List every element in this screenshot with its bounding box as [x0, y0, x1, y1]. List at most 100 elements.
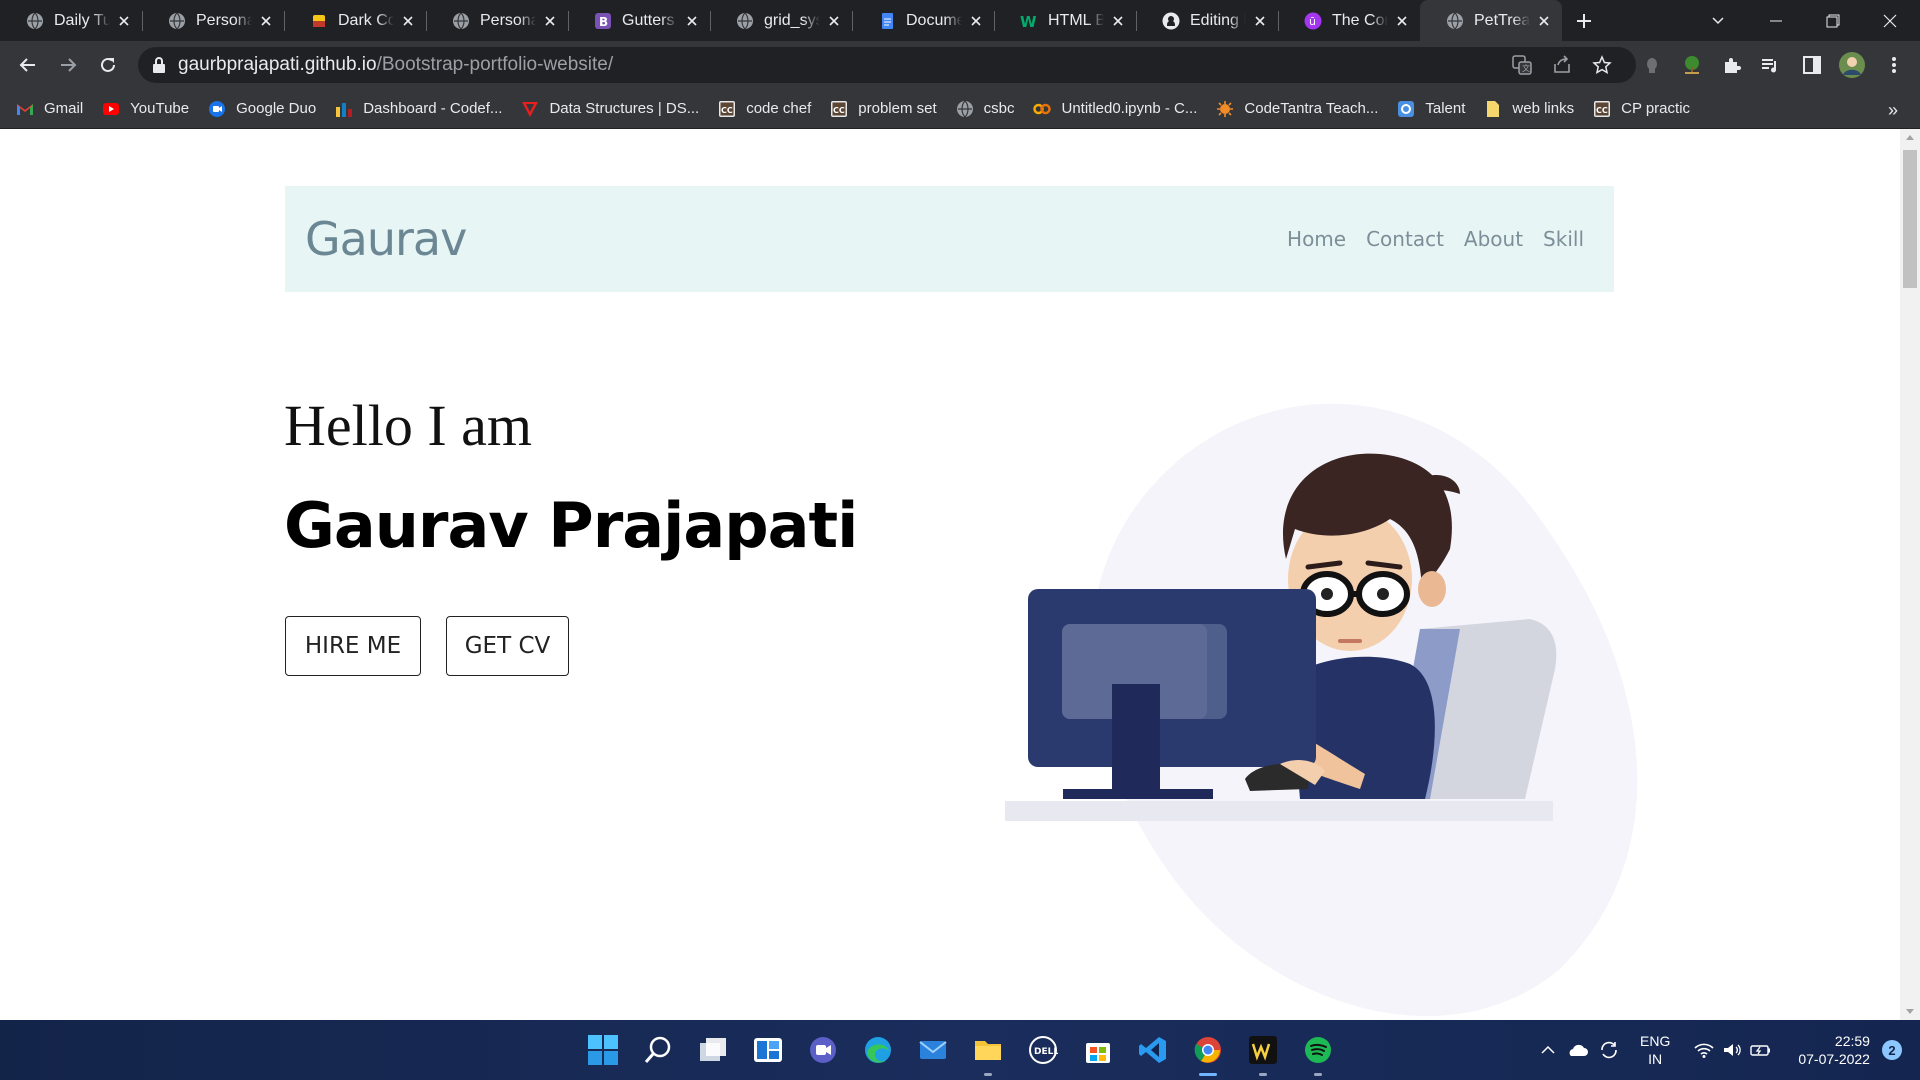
task-view-button[interactable] [693, 1030, 733, 1070]
bookmark-item[interactable]: YouTube [102, 100, 189, 118]
tree-icon [1685, 56, 1699, 74]
hire-me-button[interactable]: HIRE ME [285, 616, 421, 676]
browser-tab[interactable]: Daily Tuit [0, 0, 142, 41]
close-tab-button[interactable] [400, 13, 416, 29]
media-control-button[interactable] [1752, 45, 1788, 85]
duo-icon [208, 100, 226, 118]
tab-search-button[interactable] [1690, 0, 1746, 41]
battery-icon[interactable] [1750, 1042, 1772, 1058]
nav-home-link[interactable]: Home [1287, 227, 1346, 251]
dell-app-button[interactable]: DELL [1023, 1030, 1063, 1070]
extension-1-button[interactable] [1634, 45, 1670, 85]
close-tab-button[interactable] [1110, 13, 1126, 29]
volume-icon[interactable] [1722, 1042, 1742, 1058]
mail-button[interactable] [913, 1030, 953, 1070]
vscode-button[interactable] [1133, 1030, 1173, 1070]
waves-app-button[interactable] [1243, 1030, 1283, 1070]
scroll-down-arrow-icon[interactable] [1905, 1008, 1915, 1016]
bookmark-item[interactable]: CodeTantra Teach... [1216, 100, 1378, 118]
close-icon [1539, 15, 1549, 26]
bookmark-item[interactable]: Talent [1397, 100, 1465, 118]
bookmarks-overflow-button[interactable]: » [1888, 100, 1898, 121]
bookmark-star-button[interactable] [1584, 45, 1620, 85]
bookmark-item[interactable]: CC problem set [830, 100, 937, 118]
bookmark-item[interactable]: web links [1484, 100, 1574, 118]
share-button[interactable] [1544, 45, 1580, 85]
browser-tab[interactable]: Personal [142, 0, 284, 41]
chrome-taskbar-button[interactable] [1188, 1030, 1228, 1070]
close-icon [829, 15, 839, 26]
close-tab-button[interactable] [1394, 13, 1410, 29]
back-button[interactable] [8, 45, 48, 85]
reload-button[interactable] [88, 45, 128, 85]
side-panel-button[interactable] [1794, 45, 1830, 85]
globe-icon [452, 12, 470, 30]
spotify-button[interactable] [1298, 1030, 1338, 1070]
browser-tab[interactable]: ū The Com [1278, 0, 1420, 41]
get-cv-button[interactable]: GET CV [446, 616, 569, 676]
bookmark-item[interactable]: Untitled0.ipynb - C... [1033, 100, 1197, 118]
browser-toolbar: gaurbprajapati.github.io/Bootstrap-portf… [0, 41, 1920, 89]
bookmark-item[interactable]: CC code chef [718, 100, 811, 118]
region-code: IN [1648, 1051, 1663, 1067]
onedrive-cloud-icon[interactable] [1566, 1042, 1588, 1058]
file-explorer-button[interactable] [968, 1030, 1008, 1070]
extensions-button[interactable] [1714, 45, 1750, 85]
close-window-button[interactable] [1862, 0, 1918, 41]
bookmark-label: Talent [1425, 100, 1466, 117]
extension-tree-button[interactable] [1674, 45, 1710, 85]
new-tab-button[interactable] [1562, 0, 1606, 41]
close-tab-button[interactable] [684, 13, 700, 29]
close-icon [971, 15, 981, 26]
notification-badge[interactable]: 2 [1881, 1040, 1902, 1060]
profile-avatar-button[interactable] [1834, 45, 1870, 85]
wifi-icon[interactable] [1694, 1042, 1714, 1058]
close-tab-button[interactable] [968, 13, 984, 29]
clock[interactable]: 22:59 07-07-2022 [1798, 1032, 1870, 1068]
address-bar[interactable]: gaurbprajapati.github.io/Bootstrap-portf… [138, 47, 1636, 83]
teams-chat-button[interactable] [803, 1030, 843, 1070]
restore-button[interactable] [1805, 0, 1861, 41]
scroll-up-arrow-icon[interactable] [1905, 133, 1915, 141]
close-tab-button[interactable] [826, 13, 842, 29]
browser-tab[interactable]: PetTreat [1420, 0, 1562, 41]
brand-logo[interactable]: Gaurav [305, 212, 467, 266]
close-tab-button[interactable] [258, 13, 274, 29]
bookmark-item[interactable]: csbc [956, 100, 1014, 118]
browser-tab[interactable]: W HTML Ba [994, 0, 1136, 41]
start-button[interactable] [583, 1030, 623, 1070]
bookmark-item[interactable]: CC CP practic [1593, 100, 1690, 118]
close-tab-button[interactable] [542, 13, 558, 29]
close-tab-button[interactable] [116, 13, 132, 29]
browser-tab[interactable]: Documen [852, 0, 994, 41]
browser-tab[interactable]: grid_syste [710, 0, 852, 41]
star-icon [1592, 55, 1612, 74]
chrome-menu-button[interactable] [1876, 45, 1912, 85]
tab-title: Editing B [1190, 11, 1246, 29]
translate-button[interactable]: 文 [1504, 45, 1540, 85]
nav-about-link[interactable]: About [1464, 227, 1523, 251]
sync-icon[interactable] [1598, 1039, 1620, 1061]
bookmark-item[interactable]: Google Duo [208, 100, 316, 118]
taskbar-search-button[interactable] [638, 1030, 678, 1070]
language-indicator[interactable]: ENG IN [1640, 1032, 1670, 1068]
browser-tab[interactable]: Editing B [1136, 0, 1278, 41]
minimize-button[interactable] [1748, 0, 1804, 41]
bookmark-item[interactable]: Gmail [16, 100, 83, 118]
browser-tab[interactable]: B Gutters · [568, 0, 710, 41]
bookmark-item[interactable]: Dashboard - Codef... [335, 100, 502, 118]
windows-start-icon [588, 1035, 618, 1065]
scrollbar-thumb[interactable] [1903, 150, 1917, 288]
browser-tab[interactable]: Personal [426, 0, 568, 41]
microsoft-store-button[interactable] [1078, 1030, 1118, 1070]
browser-tab[interactable]: Dark Colo [284, 0, 426, 41]
nav-skill-link[interactable]: Skill [1543, 227, 1584, 251]
forward-button[interactable] [48, 45, 88, 85]
nav-contact-link[interactable]: Contact [1366, 227, 1444, 251]
close-tab-button[interactable] [1252, 13, 1268, 29]
edge-button[interactable] [858, 1030, 898, 1070]
bookmark-item[interactable]: Data Structures | DS... [521, 100, 699, 118]
close-tab-button[interactable] [1536, 13, 1552, 29]
widgets-button[interactable] [748, 1030, 788, 1070]
chevron-up-icon[interactable] [1540, 1042, 1556, 1058]
